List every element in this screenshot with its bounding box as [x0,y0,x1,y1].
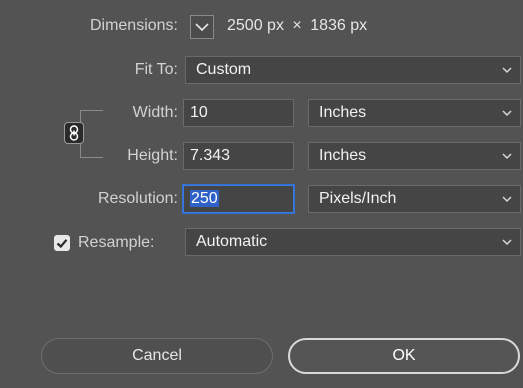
constrain-bracket-bottom-vertical [80,143,81,157]
dimensions-readout: 2500 px × 1836 px [227,17,367,35]
dimensions-label: Dimensions: [89,17,178,34]
resolution-unit-value: Pixels/Inch [319,190,397,207]
fit-to-label: Fit To: [134,61,178,78]
resample-label: Resample: [78,234,155,251]
chevron-down-icon [502,196,512,203]
resample-checkbox[interactable] [54,235,70,251]
cancel-button[interactable]: Cancel [41,338,273,374]
width-unit-select[interactable]: Inches [308,99,521,127]
width-input[interactable]: 10 [183,99,294,127]
width-unit-value: Inches [319,104,367,121]
width-label: Width: [132,104,178,121]
dimensions-width-value: 2500 px [227,17,284,34]
resolution-value: 250 [190,190,219,207]
constrain-proportions-button[interactable] [64,122,84,144]
resample-method-select[interactable]: Automatic [185,228,521,256]
checkmark-icon [56,239,68,249]
fit-to-value: Custom [196,61,252,78]
chevron-down-icon [195,23,209,32]
height-unit-select[interactable]: Inches [308,142,521,170]
dimensions-height-value: 1836 px [310,17,368,34]
fit-to-select[interactable]: Custom [185,56,521,84]
dimensions-times-sign: × [292,17,302,34]
link-chain-icon [69,125,79,141]
resolution-input[interactable]: 250 [183,185,294,213]
height-input[interactable]: 7.343 [183,142,294,170]
ok-button[interactable]: OK [288,338,520,374]
dimensions-toggle-button[interactable] [190,15,214,39]
resample-method-value: Automatic [196,233,268,250]
resolution-unit-select[interactable]: Pixels/Inch [308,185,521,213]
resolution-label: Resolution: [97,190,178,207]
height-unit-value: Inches [319,147,367,164]
chevron-down-icon [502,153,512,160]
constrain-bracket-top-vertical [80,110,81,122]
chevron-down-icon [502,67,512,74]
chevron-down-icon [502,110,512,117]
chevron-down-icon [502,239,512,246]
height-label: Height: [127,147,178,164]
